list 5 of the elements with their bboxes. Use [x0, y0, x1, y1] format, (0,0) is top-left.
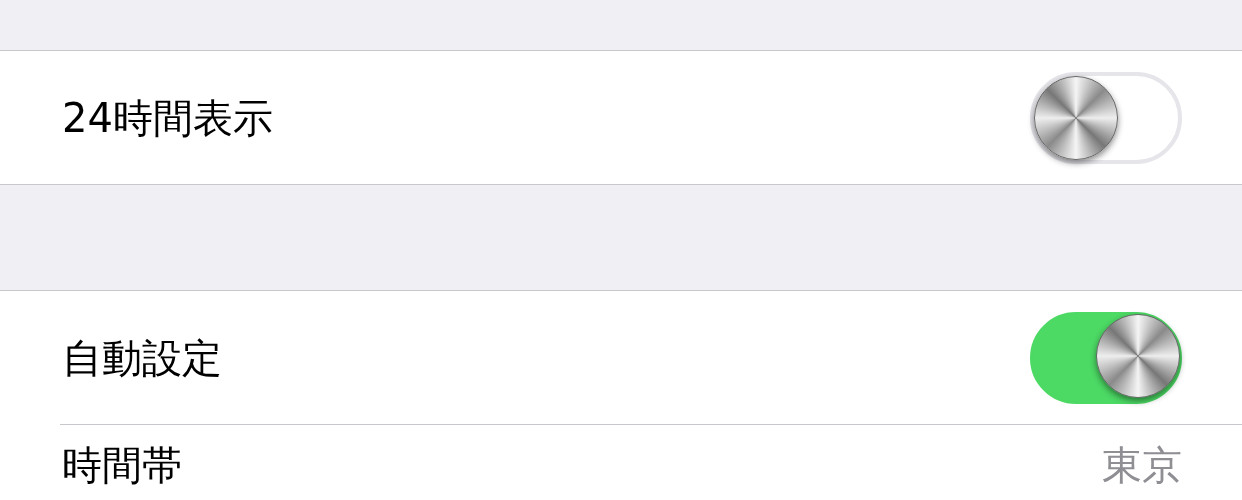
row-label: 自動設定	[62, 333, 222, 383]
toggle-switch[interactable]	[1030, 311, 1182, 404]
row-label: 時間帯	[62, 441, 182, 489]
row-label: 24時間表示	[62, 93, 273, 143]
row-value: 東京	[1102, 441, 1182, 489]
